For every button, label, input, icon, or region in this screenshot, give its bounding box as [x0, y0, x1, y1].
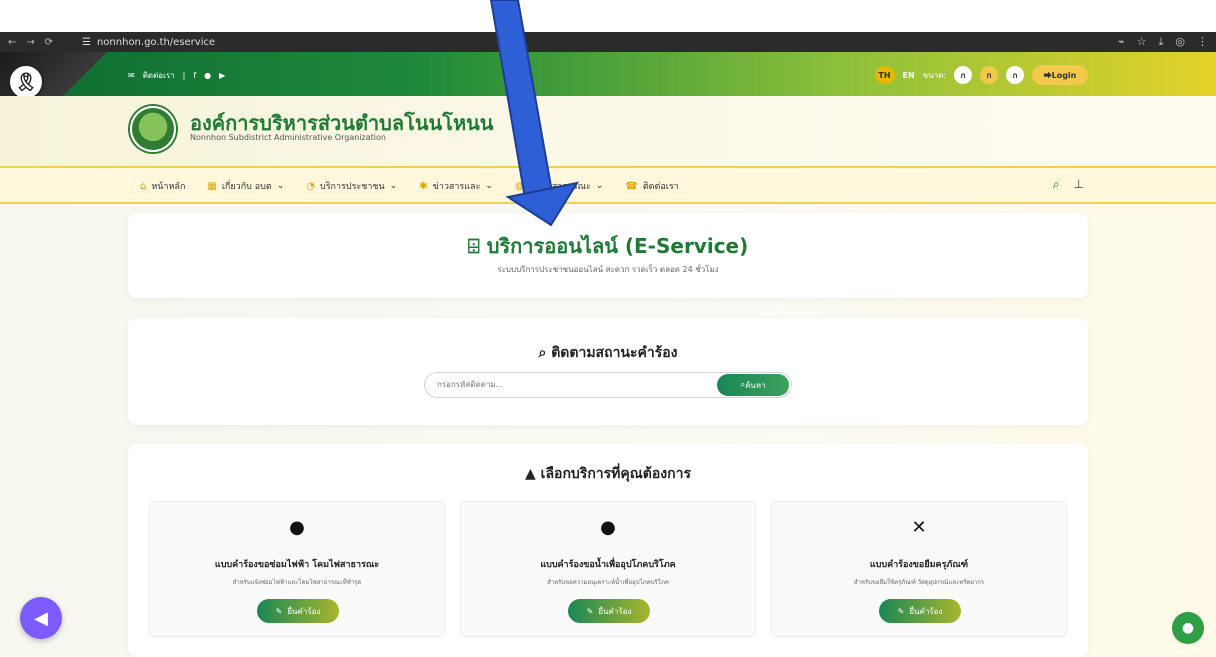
download-icon[interactable]: ⤓: [1159, 35, 1164, 49]
chevron-down-icon: ⌄: [389, 181, 398, 191]
tracking-search: ⌕ ค้นหา: [424, 372, 792, 398]
hero-title: ⌹ บริการออนไลน์ (E-Service): [467, 234, 749, 258]
people-icon: ◔: [306, 180, 315, 192]
service-card-desc: สำหรับแจ้งซ่อมไฟฟ้าและโคมไฟสาธารณะที่ชำร…: [232, 579, 362, 586]
font-size-large-button[interactable]: ก: [1006, 66, 1024, 84]
bookmark-star-icon[interactable]: ☆: [1137, 35, 1147, 49]
database-icon: ◍: [514, 180, 524, 192]
eservice-icon: ⌹: [467, 234, 487, 258]
megaphone-icon: ✱: [419, 180, 428, 192]
facebook-icon[interactable]: f: [193, 71, 196, 80]
nav-news-label: ข่าวสารและ: [432, 182, 481, 192]
hero-subtitle: ระบบบริการประชาชนออนไลน์ สะดวก รวดเร็ว ต…: [497, 265, 719, 274]
speaker-icon: ◀: [34, 607, 48, 629]
lang-th-button[interactable]: TH: [874, 66, 895, 84]
tracking-search-button[interactable]: ⌕ ค้นหา: [717, 374, 789, 396]
institution-icon: ▦: [207, 180, 217, 192]
line-icon[interactable]: ●: [204, 71, 211, 80]
chevron-down-icon: ⌄: [595, 181, 604, 191]
chevron-down-icon: ⌄: [485, 181, 493, 191]
nav-news[interactable]: ✱ ข่าวสารและ ⌄: [419, 179, 493, 193]
reload-icon[interactable]: ⟳: [45, 37, 53, 48]
site-info-icon[interactable]: ☰: [82, 37, 91, 48]
nav-services[interactable]: ◔ บริการประชาชน ⌄: [306, 179, 397, 193]
chat-icon: ●: [1181, 620, 1195, 636]
tracking-title: ⌕ ติดตามสถานะคำร้อง: [538, 345, 678, 361]
tracking-code-input[interactable]: [437, 380, 697, 389]
back-icon[interactable]: ←: [8, 37, 16, 48]
font-size-small-button[interactable]: ก: [954, 66, 972, 84]
water-drop-icon: ●: [600, 517, 616, 538]
service-card-desc: สำหรับขอความอนุเคราะห์น้ำเพื่ออุปโภคบริโ…: [547, 579, 669, 586]
submit-request-button[interactable]: ✎ ยื่นคำร้อง: [257, 599, 339, 623]
login-icon: ⮕: [1043, 70, 1052, 80]
tracking-search-label: ค้นหา: [744, 380, 766, 390]
nav-tools: ⌕ ⊥: [1053, 177, 1084, 192]
hero-panel: ⌹ บริการออนไลน์ (E-Service) ระบบบริการปร…: [128, 213, 1088, 298]
tracking-panel: ⌕ ติดตามสถานะคำร้อง ⌕ ค้นหา: [128, 318, 1088, 425]
font-size-medium-button[interactable]: ก: [980, 66, 998, 84]
tools-icon: ✕: [911, 517, 927, 538]
forward-icon[interactable]: →: [26, 37, 34, 48]
browser-nav: ← → ⟳: [0, 37, 82, 48]
browser-actions: ⌁ ☆ ⤓ ◎ ⋮: [1118, 35, 1208, 49]
page: 🎗 ✉ ติดต่อเรา | f ● ▶ TH EN ขนาด: ก ก ก …: [0, 52, 1216, 657]
top-contact-bar: ✉ ติดต่อเรา | f ● ▶: [128, 69, 225, 82]
service-card-desc: สำหรับขอยืมใช้ครุภัณฑ์ วัสดุอุปกรณ์และทร…: [853, 579, 985, 586]
search-icon[interactable]: ⌕: [1053, 177, 1060, 192]
search-icon: ⌕: [538, 345, 552, 361]
nav-contact-label: ติดต่อเรา: [642, 182, 679, 192]
main-nav: ⌂ หน้าหลัก ▦ เกี่ยวกับ อบต ⌄ ◔ บริการประชาชน…: [0, 168, 1216, 204]
org-logo[interactable]: [130, 106, 176, 152]
youtube-icon[interactable]: ▶: [219, 71, 225, 80]
url-text[interactable]: nonnhon.go.th/eservice: [97, 37, 215, 48]
site-header: องค์การบริหารส่วนตำบลโนนโหนน Nonnhon Sub…: [0, 96, 1216, 168]
login-label: Login: [1051, 70, 1077, 80]
service-card-electric[interactable]: ● แบบคำร้องขอซ่อมไฟฟ้า โคมไฟสาธารณะ สำหร…: [149, 501, 445, 637]
nav-home-label: หน้าหลัก: [151, 182, 186, 192]
address-bar[interactable]: ☰ nonnhon.go.th/eservice: [82, 37, 215, 48]
nav-home[interactable]: ⌂ หน้าหลัก: [140, 179, 185, 193]
org-subtitle: Nonnhon Subdistrict Administrative Organ…: [190, 133, 386, 142]
home-icon: ⌂: [140, 180, 147, 192]
chevron-down-icon: ⌄: [276, 181, 285, 191]
service-card-equipment[interactable]: ✕ แบบคำร้องขอยืมครุภัณฑ์ สำหรับขอยืมใช้ค…: [771, 501, 1067, 637]
browser-toolbar: ← → ⟳ ☰ nonnhon.go.th/eservice ⌁ ☆ ⤓ ◎ ⋮: [0, 32, 1216, 52]
password-key-icon[interactable]: ⌁: [1118, 35, 1125, 49]
divider: |: [182, 71, 186, 80]
lightbulb-icon: ●: [289, 517, 305, 538]
edit-icon: ✎: [586, 606, 594, 616]
font-size-label: ขนาด:: [922, 70, 946, 80]
menu-icon[interactable]: ⋮: [1197, 35, 1208, 49]
login-button[interactable]: ⮕ Login: [1032, 65, 1088, 85]
nav-about[interactable]: ▦ เกี่ยวกับ อบต ⌄: [207, 179, 284, 193]
edit-icon: ✎: [275, 606, 283, 616]
nav-public-info[interactable]: ◍ ข้อมูลสาธารณะ ⌄: [515, 179, 603, 193]
nav-services-label: บริการประชาชน: [319, 182, 385, 192]
audio-button[interactable]: ◀: [20, 597, 62, 639]
profile-icon[interactable]: ◎: [1175, 35, 1185, 49]
service-card-title: แบบคำร้องขอน้ำเพื่ออุปโภคบริโภค: [540, 560, 676, 570]
nav-contact[interactable]: ☎ ติดต่อเรา: [625, 179, 678, 193]
nav-items: ⌂ หน้าหลัก ▦ เกี่ยวกับ อบต ⌄ ◔ บริการประชาชน…: [140, 179, 679, 193]
nav-public-info-label: ข้อมูลสาธารณะ: [528, 182, 591, 192]
sitemap-icon[interactable]: ⊥: [1074, 177, 1084, 192]
edit-icon: ✎: [897, 606, 905, 616]
service-card-water[interactable]: ● แบบคำร้องขอน้ำเพื่ออุปโภคบริโภค สำหรับ…: [460, 501, 756, 637]
submit-request-button[interactable]: ✎ ยื่นคำร้อง: [568, 599, 650, 623]
submit-request-button[interactable]: ✎ ยื่นคำร้อง: [879, 599, 961, 623]
top-settings: TH EN ขนาด: ก ก ก ⮕ Login: [874, 65, 1088, 85]
phone-icon: ☎: [625, 180, 638, 192]
ribbon-badge-icon: 🎗: [8, 64, 44, 100]
chat-button[interactable]: ●: [1172, 612, 1204, 644]
lang-en-button[interactable]: EN: [903, 71, 915, 80]
services-title: ▲ เลือกบริการที่คุณต้องการ: [525, 466, 691, 482]
bell-icon: ▲: [525, 466, 541, 482]
services-panel: ▲ เลือกบริการที่คุณต้องการ ● แบบคำร้องขอ…: [128, 444, 1088, 657]
service-card-title: แบบคำร้องขอยืมครุภัณฑ์: [869, 560, 969, 570]
nav-about-label: เกี่ยวกับ อบต: [221, 182, 272, 192]
contact-link[interactable]: ติดต่อเรา: [143, 69, 175, 82]
service-card-title: แบบคำร้องขอซ่อมไฟฟ้า โคมไฟสาธารณะ: [214, 560, 380, 570]
mail-icon: ✉: [128, 71, 135, 80]
